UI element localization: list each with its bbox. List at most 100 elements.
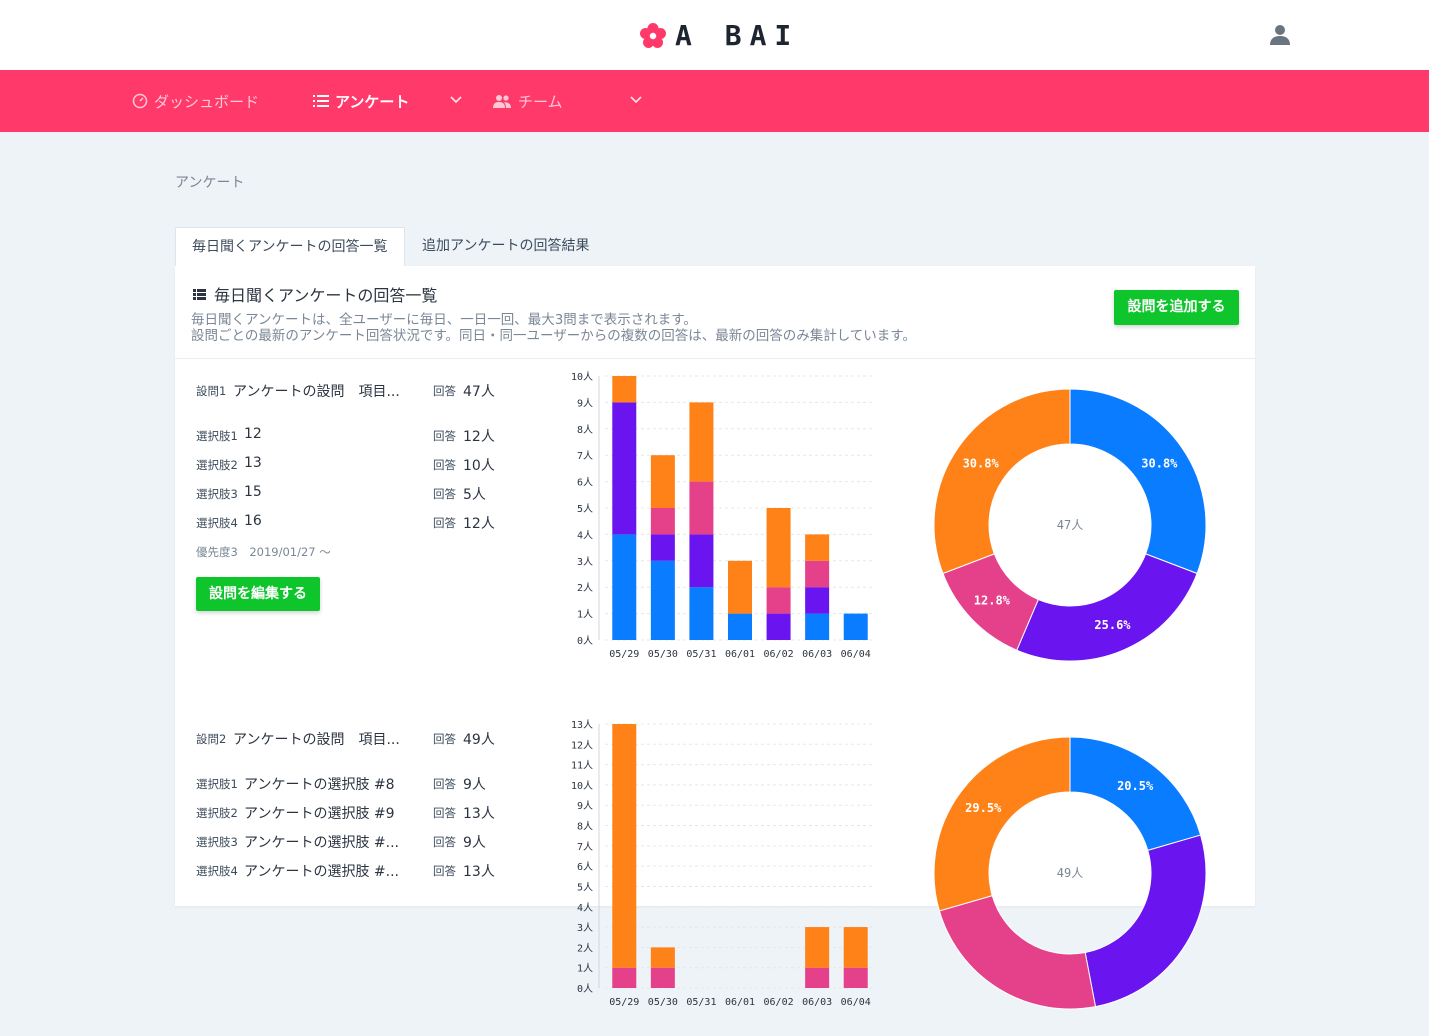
slice-label: 30.8% [1141,456,1178,470]
list-icon [193,288,206,300]
list-icon [313,95,329,107]
nav-label-survey: アンケート [335,92,410,111]
bar-segment [650,508,675,535]
slice-label: 29.5% [965,801,1002,815]
bar-segment [766,508,791,588]
x-tick-label: 05/29 [609,649,639,660]
choice-count: 13人 [463,864,495,880]
y-tick-label: 8人 [577,424,593,436]
bar-segment [843,967,868,988]
logo[interactable]: A BAI [639,21,799,51]
bar-segment [650,560,675,640]
y-tick-label: 5人 [577,503,593,515]
x-tick-label: 06/03 [802,997,832,1008]
bar-segment [805,534,830,561]
choice-label: 選択肢1 [196,777,238,791]
choice-count: 12人 [463,429,495,445]
x-tick-label: 06/03 [802,649,832,660]
x-tick-label: 05/31 [686,997,716,1008]
y-tick-label: 7人 [577,841,593,853]
bar-segment [612,402,637,535]
bar-segment [843,927,868,968]
bar-segment [766,613,791,640]
chevron-down-icon[interactable] [629,92,643,106]
donut-slice [1069,388,1207,575]
question-text: アンケートの設問 項目... [233,384,400,400]
y-tick-label: 9人 [577,397,593,409]
user-icon[interactable] [1268,23,1292,47]
y-tick-label: 12人 [571,739,593,751]
choice-label: 選択肢3 [196,835,238,849]
donut-center-label: 47人 [1057,518,1083,532]
answer-label: 回答 [433,429,456,443]
donut-slice [933,388,1071,575]
choice-text: アンケートの選択肢 #... [244,835,399,851]
bar-chart-svg: 0人 1人 2人 3人 4人 5人 6人 7人 8人 9人 10人 05/29 05/30 05/31 06… [571,371,875,660]
y-tick-label: 11人 [571,760,593,772]
slice-label: 25.6% [1094,618,1131,632]
chevron-down-icon[interactable] [449,92,463,106]
tab-daily-answers[interactable]: 毎日聞くアンケートの回答一覧 [175,227,405,266]
choice-text: 13 [244,455,262,471]
x-tick-label: 05/30 [648,997,678,1008]
y-tick-label: 6人 [577,861,593,873]
bar-segment [689,402,714,482]
y-tick-label: 2人 [577,582,593,594]
nav-label-dashboard: ダッシュボード [154,92,260,111]
choice-count: 13人 [463,806,495,822]
question-text: アンケートの設問 項目... [233,732,400,748]
y-tick-label: 7人 [577,450,593,462]
y-tick-label: 9人 [577,800,593,812]
y-tick-label: 8人 [577,821,593,833]
choice-count: 10人 [463,458,495,474]
add-question-button[interactable]: 設問を追加する [1114,290,1239,325]
bar-segment [650,967,675,988]
x-tick-label: 06/04 [841,997,871,1008]
bar-segment [805,967,830,988]
card-header: 毎日聞くアンケートの回答一覧 毎日聞くアンケートは、全ユーザーに毎日、一日一回、… [175,266,1255,359]
choice-text: アンケートの選択肢 #8 [244,777,395,793]
answer-total: 49人 [463,732,495,748]
choice-text: 16 [244,513,262,529]
choice-count: 9人 [463,777,486,793]
donut-chart-2: 20.5% 29.5% 49人 [930,733,1210,1017]
y-tick-label: 5人 [577,881,593,893]
bar-chart-svg: 0人 1人 2人 3人 4人 5人 6人 7人 8人 9人 10人 11人 12人 13人 05/29 05/… [571,719,875,1008]
nav-item-survey[interactable]: アンケート [313,70,409,132]
bar-segment [612,376,637,403]
slice-label: 30.8% [963,456,1000,470]
donut-center-label: 49人 [1057,866,1083,880]
y-tick-label: 0人 [577,635,593,647]
choice-count: 5人 [463,487,486,503]
stacked-bar-chart-2: 0人 1人 2人 3人 4人 5人 6人 7人 8人 9人 10人 11人 12人 13人 05/29 05/… [565,716,885,1020]
choice-count: 9人 [463,835,486,851]
x-tick-label: 06/01 [725,649,755,660]
breadcrumb[interactable]: アンケート [175,172,244,192]
choice-label: 選択肢1 [196,429,238,443]
choice-text: 12 [244,426,262,442]
main-nav: ダッシュボード アンケート チーム [0,70,1429,132]
nav-label-team: チーム [518,92,563,111]
nav-item-team[interactable]: チーム [492,70,563,132]
team-icon [493,95,511,108]
donut-slice [1084,834,1207,1008]
y-tick-label: 3人 [577,922,593,934]
slice-label: 20.5% [1117,779,1154,793]
answer-label: 回答 [433,458,456,472]
bar-segment [650,947,675,968]
edit-question-button[interactable]: 設問を編集する [196,577,320,611]
stacked-bar-chart-1: 0人 1人 2人 3人 4人 5人 6人 7人 8人 9人 10人 05/29 05/30 05/31 06… [565,368,885,672]
question-block-2: 設問2 アンケートの設問 項目... 回答 49人 選択肢1 アンケートの選択肢… [175,706,1255,1036]
y-tick-label: 6人 [577,477,593,489]
answer-label: 回答 [433,806,456,820]
choice-count: 12人 [463,516,495,532]
x-tick-label: 06/02 [764,997,794,1008]
bar-segment [612,724,637,968]
card-description-2: 設問ごとの最新のアンケート回答状況です。同日・同一ユーザーからの複数の回答は、最… [191,328,916,344]
tab-extra-results[interactable]: 追加アンケートの回答結果 [422,227,589,266]
nav-item-dashboard[interactable]: ダッシュボード [132,70,259,132]
x-tick-label: 05/31 [686,649,716,660]
y-tick-label: 1人 [577,963,593,975]
donut-chart-svg: 30.8% 25.6% 12.8% 30.8% 47人 [933,388,1207,662]
slice-label: 12.8% [974,593,1011,607]
